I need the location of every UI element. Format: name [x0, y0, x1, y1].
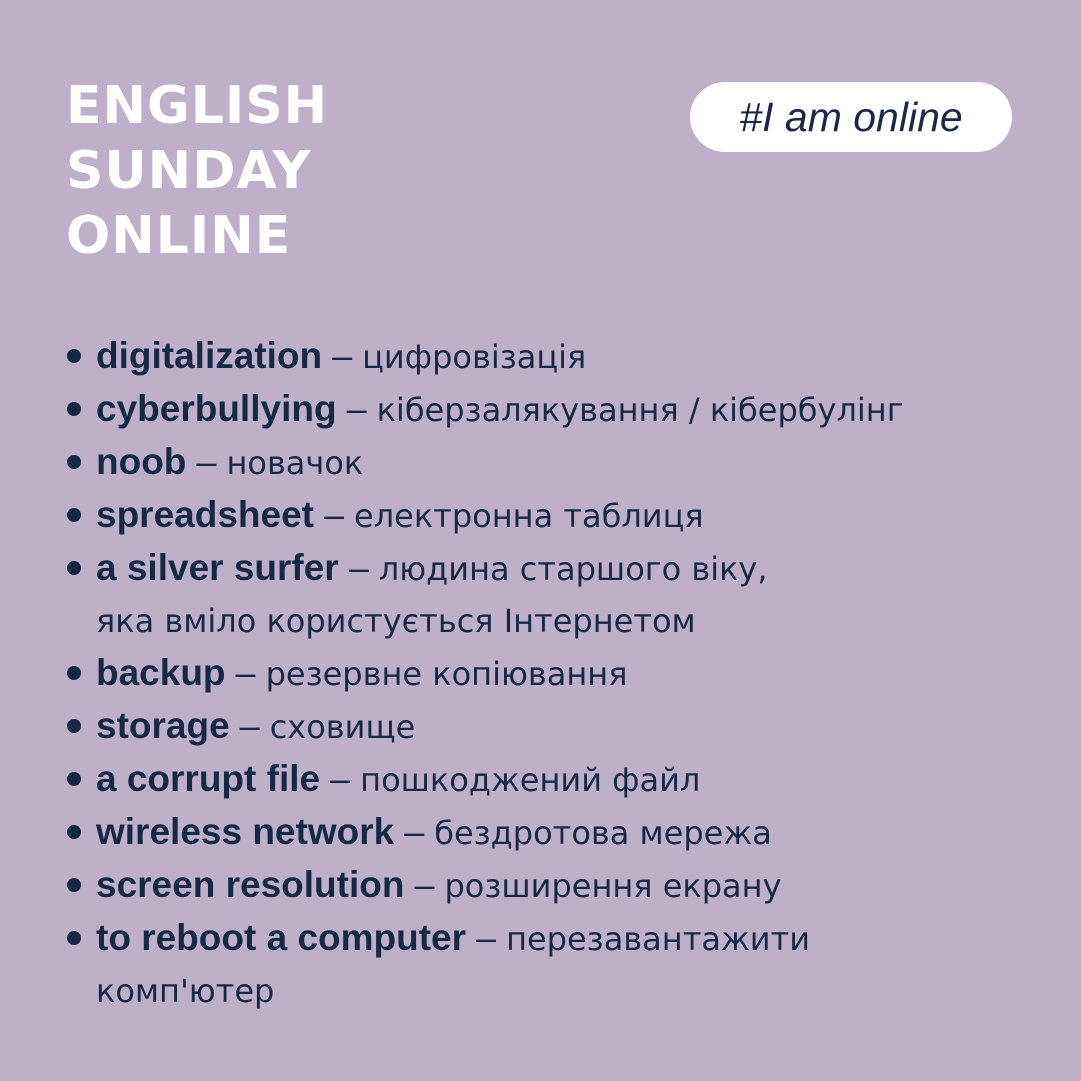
vocab-term: spreadsheet	[96, 494, 314, 535]
page-title: ENGLISH SUNDAY ONLINE	[66, 74, 328, 269]
vocab-term: backup	[96, 652, 226, 693]
bullet-icon	[67, 455, 81, 469]
vocab-separator: –	[196, 441, 217, 482]
vocab-item-digitalization: digitalization – цифровізація	[64, 330, 1054, 383]
vocab-separator: –	[346, 388, 367, 429]
vocab-translation: людина старшого віку,	[378, 550, 768, 588]
bullet-icon	[67, 666, 81, 680]
vocab-item-reboot-computer: to reboot a computer – перезавантажити ком…	[64, 912, 1054, 1017]
hashtag-badge: #I am online	[690, 82, 1012, 152]
vocab-item-cyberbullying: cyberbullying – кіберзалякування / кібербу…	[64, 383, 1054, 436]
bullet-icon	[67, 931, 81, 945]
vocab-separator: –	[414, 864, 435, 905]
vocab-item-silver-surfer: a silver surfer – людина старшого віку, як…	[64, 542, 1054, 647]
vocab-separator: –	[332, 335, 353, 376]
vocab-term: wireless network	[96, 811, 395, 852]
vocab-translation: новачок	[226, 444, 364, 482]
vocab-item-screen-resolution: screen resolution – розширення екрану	[64, 859, 1054, 912]
vocab-separator: –	[348, 547, 369, 588]
bullet-icon	[67, 719, 81, 733]
vocab-translation: сховище	[269, 708, 416, 746]
vocab-item-storage: storage – сховище	[64, 700, 1054, 753]
vocab-translation: пошкоджений файл	[360, 761, 701, 799]
vocab-translation: резервне копіювання	[265, 655, 628, 693]
vocab-translation: перезавантажити	[506, 920, 810, 958]
title-line-2: SUNDAY	[66, 141, 312, 201]
vocab-translation: електронна таблиця	[354, 497, 704, 535]
bullet-icon	[67, 402, 81, 416]
bullet-icon	[67, 825, 81, 839]
bullet-icon	[67, 508, 81, 522]
vocab-item-noob: noob – новачок	[64, 436, 1054, 489]
vocab-term: to reboot a computer	[96, 917, 467, 958]
title-line-3: ONLINE	[66, 206, 292, 266]
bullet-icon	[67, 772, 81, 786]
vocab-term: storage	[96, 705, 230, 746]
vocab-separator: –	[239, 705, 260, 746]
vocab-term: screen resolution	[96, 864, 405, 905]
vocab-separator: –	[476, 917, 497, 958]
vocab-item-corrupt-file: a corrupt file – пошкоджений файл	[64, 753, 1054, 806]
vocab-term: noob	[96, 441, 187, 482]
vocab-item-backup: backup – резервне копіювання	[64, 647, 1054, 700]
vocab-item-wireless-network: wireless network – бездротова мережа	[64, 806, 1054, 859]
vocab-translation-continued: яка вміло користується Інтернетом	[96, 602, 696, 640]
vocab-separator: –	[324, 494, 345, 535]
vocab-term: a silver surfer	[96, 547, 339, 588]
vocab-term: a corrupt file	[96, 758, 321, 799]
vocab-separator: –	[330, 758, 351, 799]
vocab-translation: цифровізація	[362, 338, 587, 376]
bullet-icon	[67, 561, 81, 575]
vocab-term: cyberbullying	[96, 388, 337, 429]
vocab-translation: бездротова мережа	[434, 814, 772, 852]
bullet-icon	[67, 349, 81, 363]
vocab-separator: –	[235, 652, 256, 693]
vocab-translation: розширення екрану	[444, 867, 782, 905]
vocab-translation: кіберзалякування / кібербулінг	[376, 391, 904, 429]
vocab-separator: –	[404, 811, 425, 852]
vocab-term: digitalization	[96, 335, 323, 376]
vocab-translation-continued: комп'ютер	[96, 972, 275, 1010]
title-line-1: ENGLISH	[66, 76, 329, 136]
bullet-icon	[67, 878, 81, 892]
vocab-item-spreadsheet: spreadsheet – електронна таблиця	[64, 489, 1054, 542]
vocabulary-list: digitalization – цифровізація cyberbullyin…	[64, 330, 1054, 1017]
